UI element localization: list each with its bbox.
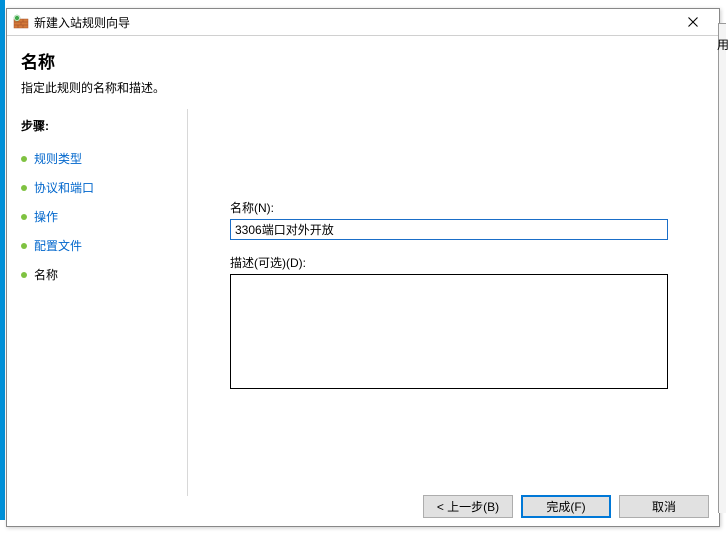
background-strip: 用 bbox=[718, 23, 726, 513]
bullet-icon bbox=[21, 272, 27, 278]
bullet-icon bbox=[21, 185, 27, 191]
name-input[interactable] bbox=[230, 219, 668, 240]
finish-button[interactable]: 完成(F) bbox=[521, 495, 611, 518]
sidebar-item-profile[interactable]: 配置文件 bbox=[21, 231, 176, 260]
cancel-button[interactable]: 取消 bbox=[619, 495, 709, 518]
sidebar-item-action[interactable]: 操作 bbox=[21, 202, 176, 231]
page-subtitle: 指定此规则的名称和描述。 bbox=[21, 79, 705, 96]
sidebar-item-label: 配置文件 bbox=[34, 237, 82, 254]
bullet-icon bbox=[21, 156, 27, 162]
left-blue-strip bbox=[0, 0, 5, 520]
close-icon bbox=[688, 17, 698, 27]
content-panel: 名称(N): 描述(可选)(D): bbox=[187, 109, 719, 496]
firewall-icon bbox=[13, 14, 29, 30]
close-button[interactable] bbox=[673, 11, 713, 33]
description-textarea[interactable] bbox=[230, 274, 668, 389]
description-label: 描述(可选)(D): bbox=[230, 254, 687, 271]
sidebar-item-label: 规则类型 bbox=[34, 150, 82, 167]
bullet-icon bbox=[21, 214, 27, 220]
page-title: 名称 bbox=[21, 48, 705, 73]
header-area: 名称 指定此规则的名称和描述。 bbox=[7, 36, 719, 108]
window-title: 新建入站规则向导 bbox=[34, 14, 673, 31]
steps-panel: 步骤: 规则类型 协议和端口 操作 配置文件 名称 bbox=[7, 109, 187, 496]
background-label: 用 bbox=[717, 36, 728, 53]
sidebar-item-rule-type[interactable]: 规则类型 bbox=[21, 144, 176, 173]
main-area: 步骤: 规则类型 协议和端口 操作 配置文件 名称 名称 bbox=[7, 108, 719, 496]
dialog-window: 新建入站规则向导 名称 指定此规则的名称和描述。 步骤: 规则类型 协议和端口 bbox=[6, 8, 720, 527]
back-button[interactable]: < 上一步(B) bbox=[423, 495, 513, 518]
sidebar-item-protocol-port[interactable]: 协议和端口 bbox=[21, 173, 176, 202]
titlebar: 新建入站规则向导 bbox=[7, 9, 719, 36]
bullet-icon bbox=[21, 243, 27, 249]
sidebar-item-name[interactable]: 名称 bbox=[21, 260, 176, 289]
name-label: 名称(N): bbox=[230, 199, 687, 216]
footer-area: < 上一步(B) 完成(F) 取消 bbox=[7, 486, 719, 526]
sidebar-item-label: 协议和端口 bbox=[34, 179, 94, 196]
sidebar-item-label: 操作 bbox=[34, 208, 58, 225]
steps-heading: 步骤: bbox=[21, 117, 176, 134]
sidebar-item-label: 名称 bbox=[34, 266, 58, 283]
